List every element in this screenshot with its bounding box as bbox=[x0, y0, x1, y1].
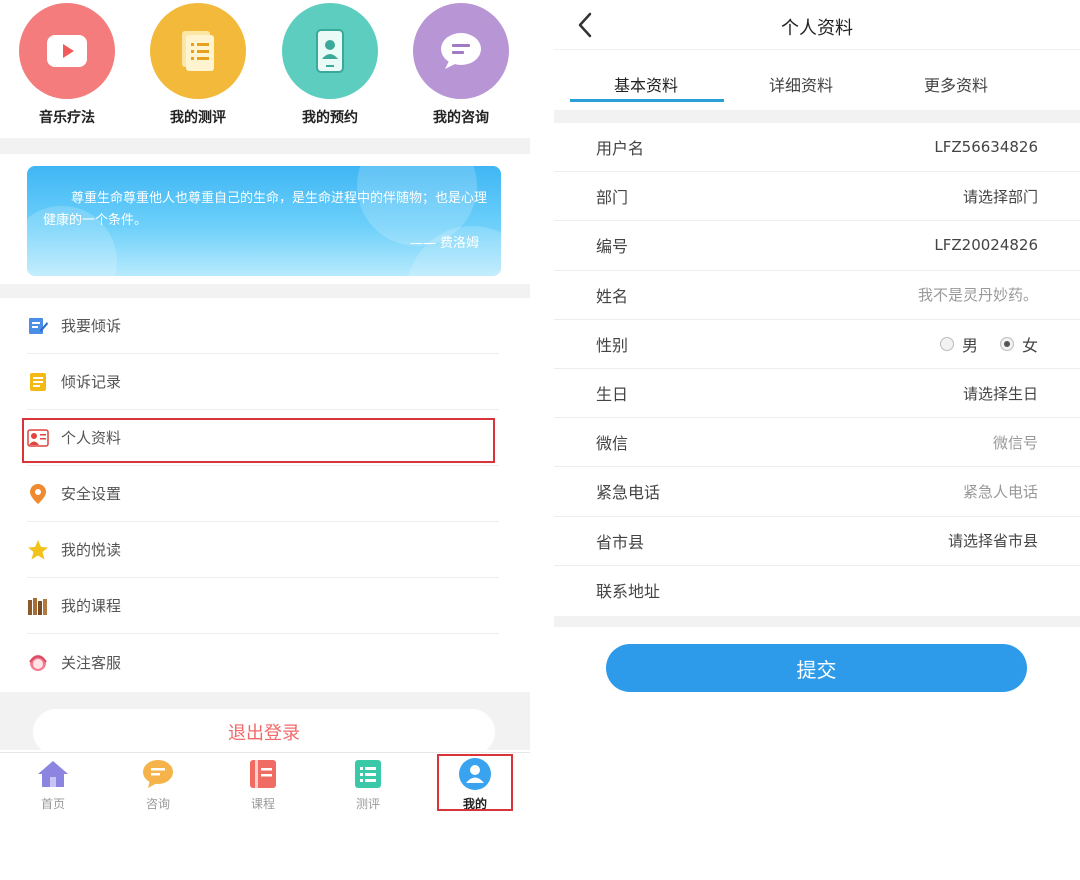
tab-home[interactable]: 首页 bbox=[18, 757, 88, 812]
tab-label: 首页 bbox=[40, 797, 65, 811]
menu-item-label: 关注客服 bbox=[61, 653, 122, 672]
gender-female-radio[interactable] bbox=[999, 336, 1014, 351]
shortcut-music-therapy[interactable]: 音乐疗法 bbox=[17, 3, 117, 127]
submit-button[interactable]: 提交 bbox=[606, 644, 1027, 692]
menu-item-label: 安全设置 bbox=[61, 485, 122, 503]
books-icon bbox=[27, 595, 49, 617]
menu-item-security-settings[interactable]: 安全设置 bbox=[27, 466, 499, 522]
department-select[interactable]: 请选择部门 bbox=[963, 186, 1038, 207]
feature-shortcuts: 音乐疗法 我的测评 我的预约 我的咨询 bbox=[0, 0, 530, 138]
section-divider bbox=[554, 110, 1080, 123]
logout-button[interactable]: 退出登录 bbox=[33, 709, 495, 755]
field-number: 编号 LFZ20024826 bbox=[554, 221, 1080, 271]
tab-consultation[interactable]: 咨询 bbox=[123, 757, 193, 812]
gender-male-radio[interactable] bbox=[939, 336, 954, 351]
menu-item-label: 倾诉记录 bbox=[61, 373, 122, 391]
field-label: 编号 bbox=[596, 237, 629, 257]
menu-item-my-reading[interactable]: 我的悦读 bbox=[27, 522, 499, 578]
field-label: 联系地址 bbox=[596, 582, 661, 602]
highlight-box-personal-info bbox=[22, 418, 495, 463]
page-title: 个人资料 bbox=[781, 18, 853, 39]
shortcut-my-consultation[interactable]: 我的咨询 bbox=[411, 3, 511, 127]
gender-radio-group: 男 女 bbox=[939, 332, 1038, 356]
section-divider bbox=[554, 616, 1080, 627]
tab-label: 课程 bbox=[250, 797, 275, 811]
banner-author: —— 费洛姆 bbox=[409, 236, 479, 251]
field-region[interactable]: 省市县 请选择省市县 bbox=[554, 517, 1080, 566]
field-name[interactable]: 姓名 我不是灵丹妙药。 bbox=[554, 271, 1080, 320]
field-label: 生日 bbox=[596, 385, 629, 405]
right-screen: 个人资料 基本资料 详细资料 更多资料 用户名 LFZ56634826 部门 请… bbox=[554, 0, 1080, 880]
wechat-input[interactable]: 微信号 bbox=[993, 432, 1038, 453]
number-value: LFZ20024826 bbox=[934, 236, 1038, 255]
chat-icon bbox=[141, 757, 175, 791]
section-divider bbox=[0, 138, 530, 154]
field-label: 省市县 bbox=[596, 532, 645, 552]
menu-item-confide[interactable]: 我要倾诉 bbox=[27, 298, 499, 354]
shortcut-my-assessment[interactable]: 我的测评 bbox=[148, 3, 248, 127]
tab-assessment[interactable]: 测评 bbox=[333, 757, 403, 812]
shortcut-label: 音乐疗法 bbox=[39, 110, 95, 126]
left-screen: 音乐疗法 我的测评 我的预约 我的咨询 尊重生命尊重他人也尊重自己的生命，是生命… bbox=[0, 0, 530, 880]
tab-courses[interactable]: 课程 bbox=[228, 757, 298, 812]
field-label: 部门 bbox=[596, 188, 629, 208]
username-value: LFZ56634826 bbox=[934, 138, 1038, 157]
highlight-box-mine-tab bbox=[437, 754, 513, 811]
field-emergency-phone[interactable]: 紧急电话 紧急人电话 bbox=[554, 467, 1080, 517]
menu-item-follow-customer-service[interactable]: 关注客服 bbox=[27, 634, 499, 690]
emergency-phone-input[interactable]: 紧急人电话 bbox=[963, 481, 1038, 502]
tab-basic-info[interactable]: 基本资料 bbox=[568, 72, 724, 96]
active-tab-indicator bbox=[570, 99, 724, 102]
chat-bubble-icon bbox=[413, 3, 509, 99]
customer-service-icon bbox=[27, 651, 49, 673]
tab-more-info[interactable]: 更多资料 bbox=[878, 72, 1034, 96]
record-list-icon bbox=[27, 371, 49, 393]
field-label: 微信 bbox=[596, 434, 629, 454]
home-icon bbox=[36, 757, 70, 791]
menu-item-label: 我要倾诉 bbox=[61, 317, 122, 335]
region-select[interactable]: 请选择省市县 bbox=[948, 530, 1038, 551]
field-label: 用户名 bbox=[596, 139, 645, 159]
menu-item-label: 我的课程 bbox=[61, 597, 122, 615]
gender-male-label: 男 bbox=[961, 335, 978, 355]
menu-item-my-courses[interactable]: 我的课程 bbox=[27, 578, 499, 634]
field-wechat[interactable]: 微信 微信号 bbox=[554, 418, 1080, 468]
edit-note-icon bbox=[27, 315, 49, 337]
tab-label: 咨询 bbox=[145, 797, 170, 811]
test-list-icon bbox=[351, 757, 385, 791]
field-username: 用户名 LFZ56634826 bbox=[554, 123, 1080, 173]
basic-info-form: 用户名 LFZ56634826 部门 请选择部门 编号 LFZ20024826 … bbox=[554, 123, 1080, 615]
shortcut-my-appointment[interactable]: 我的预约 bbox=[280, 3, 380, 127]
field-gender: 性别 男 女 bbox=[554, 320, 1080, 369]
field-label: 姓名 bbox=[596, 286, 629, 306]
document-icon bbox=[150, 3, 246, 99]
shortcut-label: 我的测评 bbox=[170, 110, 226, 126]
tab-label: 测评 bbox=[355, 797, 380, 811]
field-address[interactable]: 联系地址 bbox=[554, 566, 1080, 615]
profile-menu: 我要倾诉 倾诉记录 个人资料 安全设置 我的悦读 我的课程 关注客服 bbox=[0, 298, 530, 690]
star-icon bbox=[27, 539, 49, 561]
field-label: 性别 bbox=[596, 335, 629, 355]
page-header: 个人资料 bbox=[554, 0, 1080, 50]
phone-profile-icon bbox=[282, 3, 378, 99]
field-label: 紧急电话 bbox=[596, 483, 661, 503]
birthday-select[interactable]: 请选择生日 bbox=[963, 383, 1038, 404]
tab-detailed-info[interactable]: 详细资料 bbox=[723, 72, 879, 96]
field-birthday[interactable]: 生日 请选择生日 bbox=[554, 369, 1080, 419]
play-icon bbox=[19, 3, 115, 99]
gender-female-label: 女 bbox=[1021, 335, 1038, 355]
shortcut-label: 我的预约 bbox=[302, 110, 358, 126]
menu-item-confide-records[interactable]: 倾诉记录 bbox=[27, 354, 499, 410]
menu-item-label: 我的悦读 bbox=[61, 541, 122, 559]
banner-quote: 尊重生命尊重他人也尊重自己的生命，是生命进程中的伴随物；也是心理健康的一个条件。 bbox=[43, 191, 488, 228]
section-divider bbox=[0, 284, 530, 298]
quote-banner: 尊重生命尊重他人也尊重自己的生命，是生命进程中的伴随物；也是心理健康的一个条件。… bbox=[27, 166, 501, 276]
location-pin-icon bbox=[27, 483, 49, 505]
name-input[interactable]: 我不是灵丹妙药。 bbox=[918, 284, 1038, 305]
shortcut-label: 我的咨询 bbox=[433, 110, 489, 126]
field-department[interactable]: 部门 请选择部门 bbox=[554, 172, 1080, 222]
course-book-icon bbox=[246, 757, 280, 791]
